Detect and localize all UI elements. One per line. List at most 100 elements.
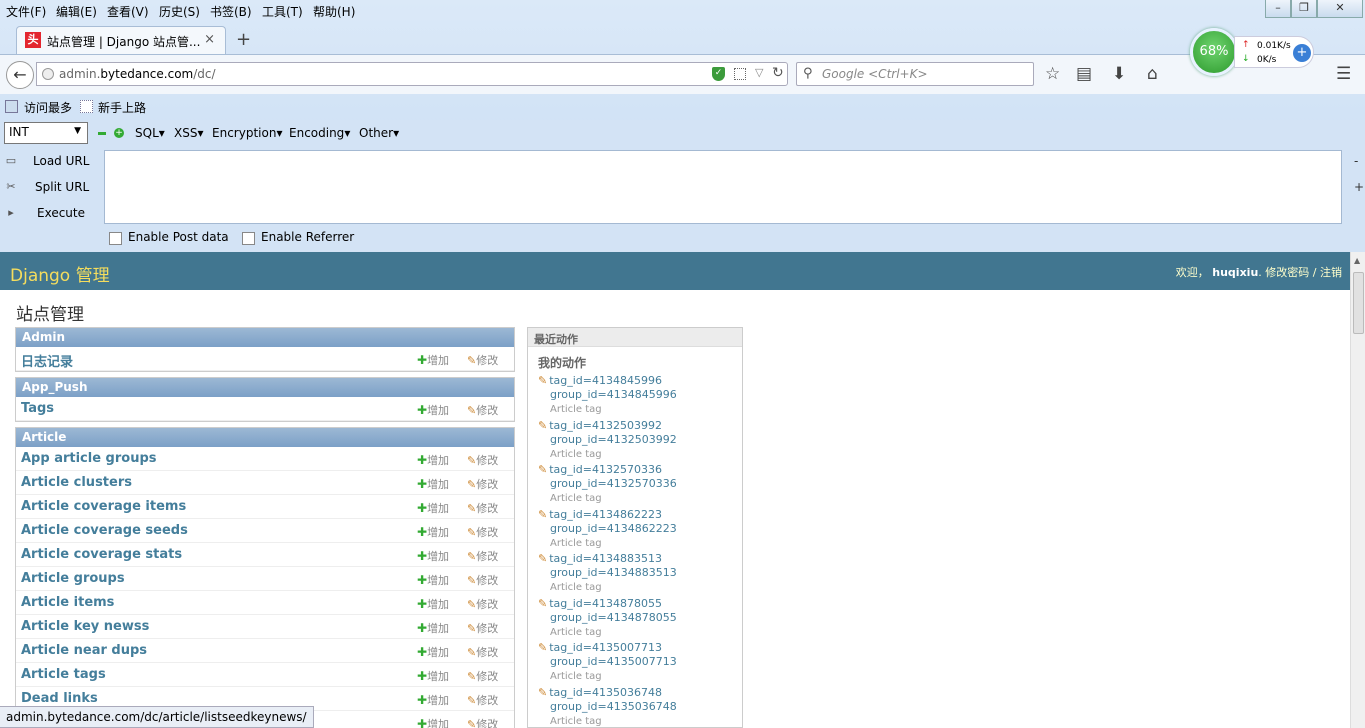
- execute-button[interactable]: ▸ Execute: [0, 202, 100, 226]
- xss-menu[interactable]: XSS▾: [174, 126, 204, 140]
- module-caption[interactable]: Admin: [16, 328, 514, 347]
- close-tab-icon[interactable]: ×: [204, 32, 215, 47]
- add-link[interactable]: ✚增加: [417, 692, 449, 708]
- close-window-button[interactable]: ✕: [1317, 0, 1363, 18]
- add-link[interactable]: ✚增加: [417, 548, 449, 564]
- model-link[interactable]: Article tags: [21, 667, 106, 682]
- module-caption[interactable]: Article: [16, 428, 514, 447]
- type-select[interactable]: INT ▼: [4, 122, 88, 144]
- shrink-icon[interactable]: -: [1354, 154, 1358, 168]
- add-link[interactable]: ✚增加: [417, 476, 449, 492]
- menu-view[interactable]: 查看(V): [107, 3, 149, 20]
- encryption-menu[interactable]: Encryption▾: [212, 126, 282, 140]
- add-link[interactable]: ✚增加: [417, 668, 449, 684]
- post-data-checkbox[interactable]: [109, 232, 122, 245]
- recent-action-link-2[interactable]: group_id=4132570336: [538, 477, 738, 491]
- menu-bookmarks[interactable]: 书签(B): [210, 3, 252, 20]
- change-link[interactable]: ✎修改: [467, 402, 498, 418]
- bookmark-most-visited[interactable]: 访问最多: [24, 99, 72, 116]
- scroll-thumb[interactable]: [1353, 272, 1364, 334]
- tab-active[interactable]: 头 站点管理 | Django 站点管... ×: [16, 26, 226, 54]
- add-link[interactable]: ✚增加: [417, 452, 449, 468]
- menu-file[interactable]: 文件(F): [6, 3, 46, 20]
- url-text[interactable]: admin.bytedance.com/dc/: [59, 67, 216, 81]
- model-link[interactable]: Article items: [21, 595, 114, 610]
- change-link[interactable]: ✎修改: [467, 524, 498, 540]
- refresh-icon[interactable]: ↻: [772, 65, 784, 81]
- add-link[interactable]: ✚增加: [417, 620, 449, 636]
- change-link[interactable]: ✎修改: [467, 692, 498, 708]
- add-link[interactable]: ✚增加: [417, 572, 449, 588]
- model-link[interactable]: Dead links: [21, 691, 98, 706]
- add-link[interactable]: ✚增加: [417, 644, 449, 660]
- model-link[interactable]: Article clusters: [21, 475, 132, 490]
- model-link[interactable]: Article groups: [21, 571, 125, 586]
- module-caption[interactable]: App_Push: [16, 378, 514, 397]
- url-textarea[interactable]: [104, 150, 1342, 224]
- model-link[interactable]: Article near dups: [21, 643, 147, 658]
- model-link[interactable]: 日志记录: [21, 351, 73, 370]
- reading-list-icon[interactable]: ▤: [1076, 64, 1092, 84]
- change-link[interactable]: ✎修改: [467, 572, 498, 588]
- change-link[interactable]: ✎修改: [467, 644, 498, 660]
- shield-icon[interactable]: ✓: [712, 67, 725, 81]
- menu-tools[interactable]: 工具(T): [262, 3, 303, 20]
- model-link[interactable]: Article coverage items: [21, 499, 186, 514]
- add-link[interactable]: ✚增加: [417, 716, 449, 728]
- recent-action-link[interactable]: ✎ tag_id=4135036748: [538, 686, 738, 700]
- referrer-checkbox[interactable]: [242, 232, 255, 245]
- recent-action-link[interactable]: ✎ tag_id=4134878055: [538, 597, 738, 611]
- hamburger-menu-icon[interactable]: ☰: [1336, 64, 1351, 84]
- recent-action-link-2[interactable]: group_id=4135007713: [538, 655, 738, 669]
- memory-gauge[interactable]: 68%: [1190, 28, 1238, 76]
- change-password-link[interactable]: 修改密码: [1265, 266, 1309, 279]
- model-link[interactable]: Article coverage stats: [21, 547, 182, 562]
- history-dropdown-icon[interactable]: ▽: [755, 66, 763, 79]
- recent-action-link-2[interactable]: group_id=4134862223: [538, 522, 738, 536]
- home-icon[interactable]: ⌂: [1147, 64, 1158, 84]
- back-button[interactable]: ←: [6, 61, 34, 89]
- logout-link[interactable]: 注销: [1320, 266, 1342, 279]
- change-link[interactable]: ✎修改: [467, 596, 498, 612]
- accelerate-plus-icon[interactable]: +: [1293, 44, 1311, 62]
- change-link[interactable]: ✎修改: [467, 548, 498, 564]
- search-box[interactable]: ⚲ Google <Ctrl+K>: [796, 62, 1034, 86]
- menu-help[interactable]: 帮助(H): [313, 3, 355, 20]
- other-menu[interactable]: Other▾: [359, 126, 399, 140]
- restore-button[interactable]: ❐: [1291, 0, 1317, 18]
- change-link[interactable]: ✎修改: [467, 476, 498, 492]
- add-link[interactable]: ✚增加: [417, 500, 449, 516]
- model-link[interactable]: Tags: [21, 401, 54, 416]
- change-link[interactable]: ✎修改: [467, 452, 498, 468]
- change-link[interactable]: ✎修改: [467, 620, 498, 636]
- add-link[interactable]: ✚增加: [417, 596, 449, 612]
- sql-menu[interactable]: SQL▾: [135, 126, 165, 140]
- recent-action-link[interactable]: ✎ tag_id=4134883513: [538, 552, 738, 566]
- recent-action-link-2[interactable]: group_id=4134878055: [538, 611, 738, 625]
- page-scrollbar[interactable]: ▲: [1350, 252, 1365, 728]
- recent-action-link-2[interactable]: group_id=4134883513: [538, 566, 738, 580]
- add-link[interactable]: ✚增加: [417, 352, 449, 368]
- model-link[interactable]: Article coverage seeds: [21, 523, 188, 538]
- recent-action-link-2[interactable]: group_id=4135036748: [538, 700, 738, 714]
- site-brand[interactable]: Django 管理: [10, 261, 110, 286]
- recent-action-link-2[interactable]: group_id=4134845996: [538, 388, 738, 402]
- recent-action-link[interactable]: ✎ tag_id=4135007713: [538, 641, 738, 655]
- download-icon[interactable]: ⬇: [1112, 64, 1126, 84]
- increment-icon[interactable]: +: [114, 128, 124, 138]
- change-link[interactable]: ✎修改: [467, 352, 498, 368]
- recent-action-link[interactable]: ✎ tag_id=4134862223: [538, 508, 738, 522]
- minimize-button[interactable]: –: [1265, 0, 1291, 18]
- change-link[interactable]: ✎修改: [467, 500, 498, 516]
- recent-action-link-2[interactable]: group_id=4132503992: [538, 433, 738, 447]
- bookmark-star-icon[interactable]: ☆: [1045, 64, 1060, 84]
- recent-action-link[interactable]: ✎ tag_id=4134845996: [538, 374, 738, 388]
- menu-edit[interactable]: 编辑(E): [56, 3, 97, 20]
- menu-history[interactable]: 历史(S): [159, 3, 200, 20]
- qr-code-icon[interactable]: [734, 68, 746, 80]
- scroll-up-icon[interactable]: ▲: [1354, 256, 1360, 265]
- encoding-menu[interactable]: Encoding▾: [289, 126, 350, 140]
- add-link[interactable]: ✚增加: [417, 524, 449, 540]
- bookmark-getting-started[interactable]: 新手上路: [98, 99, 146, 116]
- network-speed-widget[interactable]: ↑ 0.01K/s ↓ 0K/s +: [1234, 36, 1314, 68]
